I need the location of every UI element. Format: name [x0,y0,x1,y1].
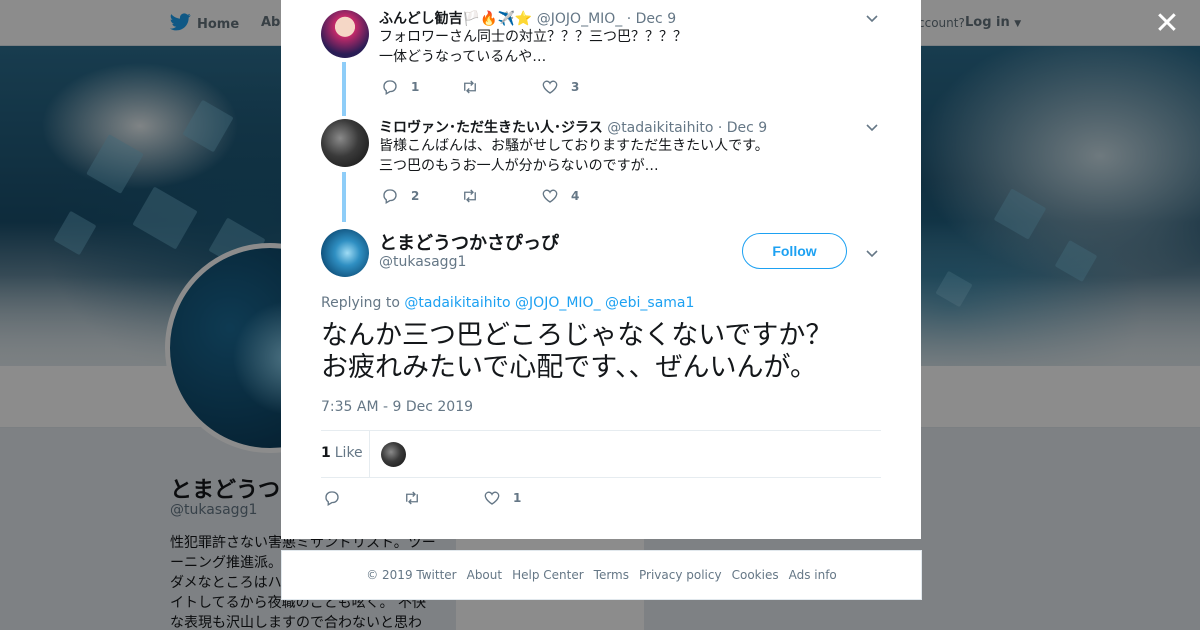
reply-count: 1 [411,80,420,94]
avatar[interactable] [321,119,369,167]
tweet-timestamp[interactable]: 7:35 AM - 9 Dec 2019 [321,399,473,415]
reply-button[interactable]: 1 [381,78,419,96]
tweet-text: 皆様こんばんは、お騒がせしておりますただ生きたい人です。 三つ巴のもうお一人が分… [379,136,769,176]
footer-link-ads-info[interactable]: Ads info [789,568,837,582]
retweet-button[interactable] [403,489,433,507]
footer-link-terms[interactable]: Terms [594,568,629,582]
liker-avatar[interactable] [381,442,406,467]
retweet-icon [406,491,418,505]
heart-icon [484,491,500,505]
reply-tweet[interactable]: ふんどし勧吉🏳️🔥✈️⭐ @JOJO_MIO_ · Dec 9 フォロワーさん同… [281,0,921,110]
tweet-text-line: なんか三つ巴どころじゃなくないですか？ [321,320,833,351]
tweet-actions: 1 [321,489,881,509]
tweet-text-line: フォロワーさん同士の対立？？？三つ巴？？？？ [379,29,687,45]
footer-link-about[interactable]: About [467,568,502,582]
user-handle[interactable]: @tadaikitaihito [607,120,713,136]
reply-count: 2 [411,189,420,203]
tweet-date[interactable]: Dec 9 [636,11,676,27]
mention-link[interactable]: @tadaikitaihito [404,295,510,311]
display-name[interactable]: ふんどし勧吉🏳️🔥✈️⭐ [379,11,532,27]
tweet-date[interactable]: Dec 9 [727,120,767,136]
divider [369,431,370,477]
reply-icon [383,189,397,204]
tweet-text: なんか三つ巴どころじゃなくないですか？ お疲れみたいで心配です、、ぜんいんが。 [321,320,891,384]
like-stat-label: Like [334,445,363,461]
footer-link-help-center[interactable]: Help Center [512,568,584,582]
tweet-stats: 1 Like [321,430,881,478]
like-button[interactable]: 3 [541,78,579,96]
display-name[interactable]: ミロヴァン･ただ生きたい人･ジラス [379,120,603,136]
like-count: 4 [571,189,580,203]
modal-footer: © 2019 Twitter About Help Center Terms P… [281,550,922,600]
like-stat-count: 1 [321,445,331,461]
reply-button[interactable]: 2 [381,187,419,205]
mention-link[interactable]: @ebi_sama1 [605,295,694,311]
replying-to: Replying to @tadaikitaihito @JOJO_MIO_ @… [321,295,694,311]
retweet-button[interactable] [461,78,491,96]
tweet-text-line: 皆様こんばんは、お騒がせしておりますただ生きたい人です。 [379,138,769,154]
footer-copyright: © 2019 Twitter [366,568,457,582]
follow-button[interactable]: Follow [742,233,847,269]
like-button[interactable]: 1 [483,489,521,507]
retweet-icon [464,189,476,203]
avatar[interactable] [321,10,369,58]
caret-down-icon[interactable] [865,10,879,24]
reply-button[interactable] [323,489,353,507]
avatar[interactable] [321,229,369,277]
close-icon[interactable]: ✕ [1154,9,1180,39]
like-count: 1 [513,491,522,505]
retweet-button[interactable] [461,187,491,205]
like-button[interactable]: 4 [541,187,579,205]
tweet-text-line: 三つ巴のもうお一人が分からないのですが… [379,158,659,174]
reply-tweet[interactable]: ミロヴァン･ただ生きたい人･ジラス @tadaikitaihito · Dec … [281,110,921,220]
mention-link[interactable]: @JOJO_MIO_ [515,295,601,311]
heart-icon [542,189,558,203]
tweet-header: ふんどし勧吉🏳️🔥✈️⭐ @JOJO_MIO_ · Dec 9 [379,11,677,27]
display-name[interactable]: とまどうつかさぴっぴ [379,229,559,255]
heart-icon [542,80,558,94]
footer-link-privacy[interactable]: Privacy policy [639,568,722,582]
like-stat[interactable]: 1 Like [321,445,363,461]
replying-to-label: Replying to [321,295,400,311]
reply-icon [383,80,397,95]
like-count: 3 [571,80,580,94]
tweet-text: フォロワーさん同士の対立？？？三つ巴？？？？ 一体どうなっているんや… [379,27,687,67]
reply-icon [325,491,339,506]
caret-down-icon[interactable] [865,245,879,259]
tweet-text-line: 一体どうなっているんや… [379,49,547,65]
footer-link-cookies[interactable]: Cookies [732,568,779,582]
tweet-modal: ふんどし勧吉🏳️🔥✈️⭐ @JOJO_MIO_ · Dec 9 フォロワーさん同… [281,0,921,539]
retweet-icon [464,80,476,94]
user-handle[interactable]: @tukasagg1 [379,254,466,270]
tweet-text-line: お疲れみたいで心配です、、ぜんいんが。 [321,352,817,383]
caret-down-icon[interactable] [865,119,879,133]
user-handle[interactable]: @JOJO_MIO_ [537,11,623,27]
tweet-header: ミロヴァン･ただ生きたい人･ジラス @tadaikitaihito · Dec … [379,120,768,136]
